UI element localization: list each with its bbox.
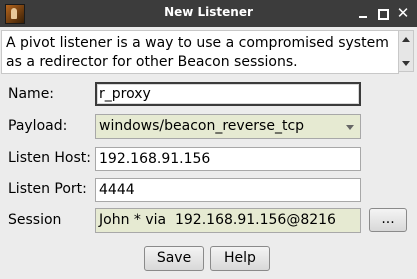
scroll-down-icon[interactable] (402, 61, 410, 66)
minimize-icon[interactable] (355, 4, 371, 22)
browse-session-button[interactable]: ... (369, 208, 407, 232)
maximize-icon[interactable] (375, 4, 391, 22)
listen-host-input[interactable]: 192.168.91.156 (95, 147, 361, 171)
title-bar: New Listener ✕ (0, 0, 417, 27)
name-input[interactable]: r_proxy (95, 82, 361, 106)
scroll-up-icon[interactable] (402, 37, 410, 42)
payload-value: windows/beacon_reverse_tcp (99, 118, 305, 134)
session-label: Session (8, 212, 62, 228)
description-box: A pivot listener is a way to use a compr… (1, 30, 399, 74)
listen-host-label: Listen Host: (8, 150, 92, 166)
name-label: Name: (8, 86, 55, 102)
session-field: John * via 192.168.91.156@8216 (95, 208, 361, 233)
close-icon[interactable]: ✕ (395, 4, 411, 22)
description-scrollbar[interactable] (398, 30, 414, 72)
listen-port-input[interactable]: 4444 (95, 178, 361, 202)
save-button[interactable]: Save (144, 246, 204, 271)
help-button[interactable]: Help (210, 246, 270, 271)
payload-label: Payload: (8, 118, 68, 134)
chevron-down-icon[interactable] (340, 115, 360, 138)
payload-select[interactable]: windows/beacon_reverse_tcp (95, 114, 361, 139)
listen-port-label: Listen Port: (8, 181, 87, 197)
description-text: A pivot listener is a way to use a compr… (6, 35, 389, 70)
